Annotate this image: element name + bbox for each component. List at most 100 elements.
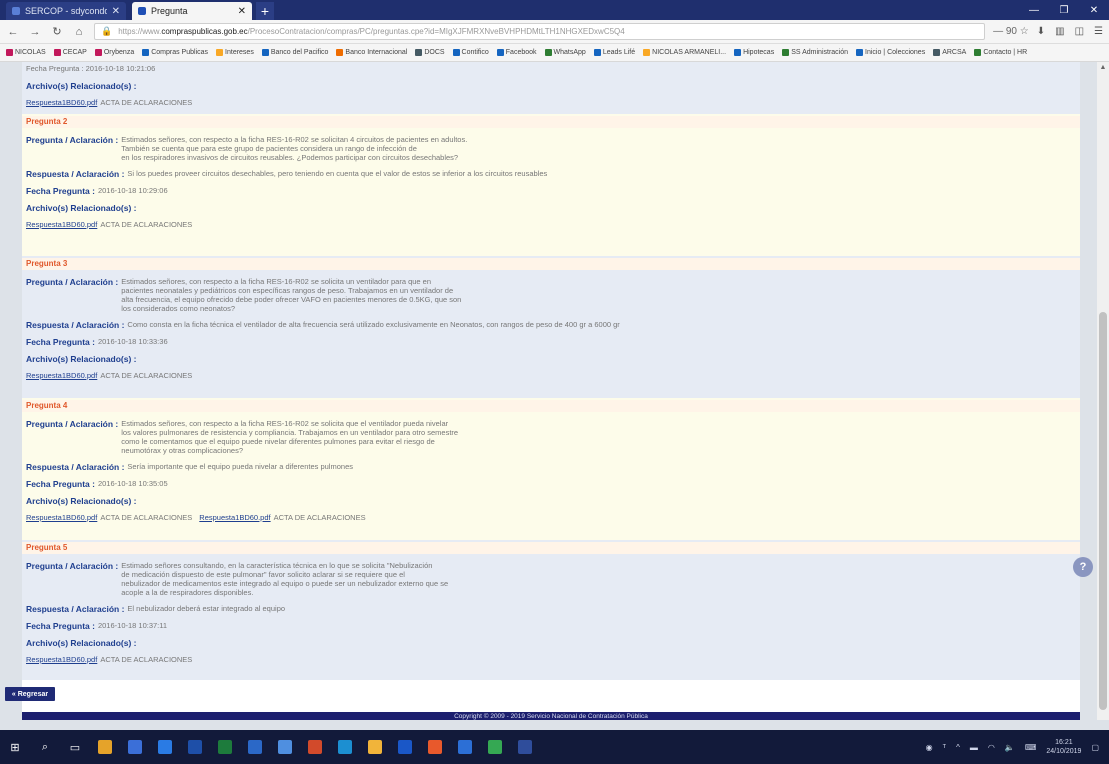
file-desc: ACTA DE ACLARACIONES bbox=[100, 655, 193, 664]
bookmark-item[interactable]: SS Administración bbox=[782, 49, 848, 56]
pregunta-row: Pregunta / Aclaración : Estimados señores… bbox=[26, 277, 1076, 313]
store-icon[interactable] bbox=[278, 740, 292, 754]
file-link[interactable]: Respuesta1BD60.pdf bbox=[26, 655, 97, 665]
chevron-up-icon[interactable]: ^ bbox=[956, 743, 960, 752]
pregunta-text: Estimados señores, con respecto a la fic… bbox=[121, 419, 459, 455]
keyboard-icon[interactable]: ⌨ bbox=[1025, 743, 1037, 752]
mail-icon[interactable] bbox=[158, 740, 172, 754]
forward-arrow-icon[interactable]: → bbox=[28, 26, 42, 38]
battery-icon[interactable]: ▬ bbox=[970, 743, 978, 752]
bookmark-label: Orybenza bbox=[103, 49, 135, 56]
fecha-value: 2016-10-18 10:29:06 bbox=[97, 186, 168, 195]
bookmark-item[interactable]: CECAP bbox=[53, 49, 87, 56]
bookmark-label: SS Administración bbox=[791, 49, 849, 56]
home-icon[interactable]: ⌂ bbox=[72, 26, 86, 38]
bookmark-label: Compras Publicas bbox=[151, 49, 209, 56]
notification-icon[interactable]: ▢ bbox=[1091, 743, 1099, 752]
bookmark-item[interactable]: Banco Internacional bbox=[336, 49, 407, 56]
tab-sercop[interactable]: SERCOP - sdyconddal - Ui ✕ bbox=[6, 2, 126, 20]
sticky-notes-icon[interactable] bbox=[368, 740, 382, 754]
bookmark-label: Contacto | HR bbox=[983, 49, 1028, 56]
bookmark-item[interactable]: Intereses bbox=[216, 49, 254, 56]
reload-icon[interactable]: ↻ bbox=[50, 25, 64, 38]
bookmark-item[interactable]: Facebook bbox=[496, 49, 537, 56]
file-link[interactable]: Respuesta1BD60.pdf bbox=[26, 513, 97, 523]
volume-icon[interactable]: 🔈 bbox=[1005, 743, 1015, 752]
search-icon[interactable]: ⌕ bbox=[38, 740, 52, 754]
whatsapp-icon[interactable] bbox=[488, 740, 502, 754]
close-window-icon[interactable]: ✕ bbox=[1079, 0, 1109, 20]
bookmark-item[interactable]: NICOLAS bbox=[6, 49, 46, 56]
bookmark-favicon-icon bbox=[415, 49, 423, 56]
sidebar-icon[interactable]: ◫ bbox=[1075, 26, 1084, 37]
app-icon[interactable] bbox=[518, 740, 532, 754]
archivos-row: Archivo(s) Relacionado(s) : bbox=[26, 81, 1076, 91]
excel-icon[interactable] bbox=[218, 740, 232, 754]
new-tab-button[interactable]: + bbox=[256, 2, 274, 20]
word-icon[interactable] bbox=[188, 740, 202, 754]
bookmark-favicon-icon bbox=[53, 49, 61, 56]
download-icon[interactable]: ⬇ bbox=[1037, 26, 1045, 37]
powerpoint-icon[interactable] bbox=[308, 740, 322, 754]
file-link[interactable]: Respuesta1BD60.pdf bbox=[26, 98, 97, 108]
bookmark-item[interactable]: WhatsApp bbox=[544, 49, 586, 56]
file-desc: ACTA DE ACLARACIONES bbox=[273, 513, 366, 522]
bookmark-favicon-icon bbox=[336, 49, 344, 56]
bookmark-item[interactable]: Compras Publicas bbox=[142, 49, 208, 56]
edge-icon[interactable] bbox=[248, 740, 262, 754]
bookmark-item[interactable]: Hipotecas bbox=[734, 49, 774, 56]
back-arrow-icon[interactable]: ← bbox=[6, 26, 20, 38]
fecha-label: Fecha Pregunta : bbox=[26, 186, 95, 196]
menu-icon[interactable]: ☰ bbox=[1094, 26, 1103, 37]
bookmark-label: Banco del Pacifico bbox=[270, 49, 329, 56]
skype-icon[interactable] bbox=[338, 740, 352, 754]
zoom-indicator[interactable]: — 90 ☆ bbox=[993, 26, 1029, 37]
tab-pregunta[interactable]: Pregunta ✕ bbox=[132, 2, 252, 20]
task-view-icon[interactable]: ▭ bbox=[68, 740, 82, 754]
file-link[interactable]: Respuesta1BD60.pdf bbox=[26, 220, 97, 230]
file-explorer-icon[interactable] bbox=[98, 740, 112, 754]
bookmark-item[interactable]: DOCS bbox=[415, 49, 445, 56]
bookmark-item[interactable]: Inicio | Colecciones bbox=[856, 49, 925, 56]
firefox-icon[interactable] bbox=[428, 740, 442, 754]
archivos-row: Archivo(s) Relacionado(s) : bbox=[26, 203, 1076, 213]
bookmark-label: ARCSA bbox=[942, 49, 967, 56]
pregunta-row: Pregunta / Aclaración : Estimados señores… bbox=[26, 419, 1076, 455]
help-button[interactable]: ? bbox=[1073, 557, 1093, 577]
file-link[interactable]: Respuesta1BD60.pdf bbox=[199, 513, 270, 523]
window-controls: — ❐ ✕ bbox=[1019, 0, 1109, 20]
navigation-bar: ← → ↻ ⌂ 🔒 https://www.compraspublicas.go… bbox=[0, 20, 1109, 44]
scroll-thumb[interactable] bbox=[1099, 312, 1107, 710]
address-bar[interactable]: 🔒 https://www.compraspublicas.gob.ec/Pro… bbox=[94, 23, 986, 40]
respuesta-label: Respuesta / Aclaración : bbox=[26, 462, 125, 472]
bookmark-item[interactable]: Banco del Pacifico bbox=[261, 49, 329, 56]
maximize-icon[interactable]: ❐ bbox=[1049, 0, 1079, 20]
close-icon[interactable]: ✕ bbox=[112, 6, 120, 17]
clock[interactable]: 16:21 24/10/2019 bbox=[1046, 738, 1081, 756]
wifi-icon[interactable]: ◠ bbox=[988, 743, 995, 752]
bookmark-favicon-icon bbox=[94, 49, 102, 56]
windows-start-icon[interactable]: ⊞ bbox=[8, 740, 22, 754]
file-row: Respuesta1BD60.pdf ACTA DE ACLARACIONES bbox=[26, 98, 1076, 108]
back-button[interactable]: « Regresar bbox=[5, 687, 55, 701]
bookmark-item[interactable]: Contifico bbox=[452, 49, 489, 56]
bookmark-item[interactable]: Contacto | HR bbox=[974, 49, 1027, 56]
minimize-icon[interactable]: — bbox=[1019, 0, 1049, 20]
close-icon[interactable]: ✕ bbox=[238, 6, 246, 17]
respuesta-text: Como consta en la ficha técnica el venti… bbox=[127, 320, 620, 329]
network-icon[interactable]: ◉ bbox=[926, 743, 933, 752]
page-scrollbar[interactable]: ▲ bbox=[1097, 62, 1109, 720]
app-icon[interactable] bbox=[458, 740, 472, 754]
fecha-row: Fecha Pregunta :2016-10-18 10:33:36 bbox=[26, 337, 1076, 347]
bookmark-item[interactable]: NICOLAS ARMANELI... bbox=[643, 49, 726, 56]
tray-icon[interactable]: ᵀ bbox=[943, 743, 946, 752]
bookmark-item[interactable]: Orybenza bbox=[94, 49, 135, 56]
bookmark-item[interactable]: ARCSA bbox=[933, 49, 966, 56]
library-icon[interactable]: ▥ bbox=[1055, 26, 1064, 37]
scroll-up-icon[interactable]: ▲ bbox=[1097, 62, 1109, 74]
outlook-icon[interactable] bbox=[128, 740, 142, 754]
bookmark-item[interactable]: Leads Lifé bbox=[593, 49, 635, 56]
ie-icon[interactable] bbox=[398, 740, 412, 754]
file-link[interactable]: Respuesta1BD60.pdf bbox=[26, 371, 97, 381]
archivos-row: Archivo(s) Relacionado(s) : bbox=[26, 496, 1076, 506]
